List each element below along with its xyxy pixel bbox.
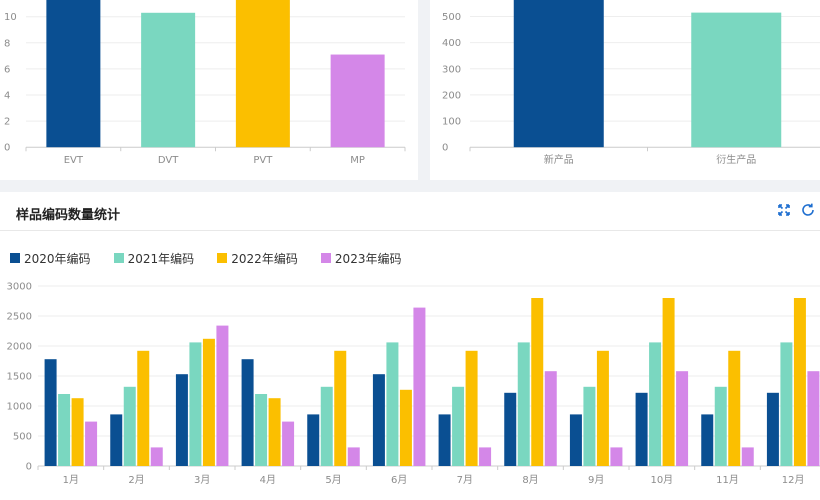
bar <box>216 325 229 466</box>
product-type-card: 0 100 200 300 400 500 新产品 衍生产品 <box>430 0 820 180</box>
bar <box>372 374 385 466</box>
x-tick-label: 2月 <box>128 474 144 486</box>
bar <box>71 398 84 466</box>
bar <box>413 307 426 466</box>
bar <box>610 447 623 466</box>
sample-code-stats-card: 样品编码数量统计 2020年编码 2021年编码 2022年编码 2023年编码… <box>0 192 820 500</box>
x-tick-label: 10月 <box>650 474 673 486</box>
bar <box>320 386 333 466</box>
bar <box>268 398 281 466</box>
bar <box>307 414 320 466</box>
bar <box>330 54 385 148</box>
x-tick-label: 衍生产品 <box>716 153 756 166</box>
x-tick-label: 4月 <box>260 474 276 486</box>
bar <box>438 414 451 466</box>
bar <box>150 447 163 466</box>
bar <box>691 12 782 148</box>
y-tick-label: 0 <box>442 143 448 154</box>
bar <box>807 371 820 466</box>
bar <box>714 386 727 466</box>
y-tick-label: 2500 <box>7 312 32 323</box>
y-tick-label: 2000 <box>7 342 32 353</box>
bar <box>334 350 347 466</box>
bar <box>583 386 596 466</box>
bar <box>701 414 714 466</box>
x-tick-label: EVT <box>64 155 84 166</box>
bar <box>766 392 779 466</box>
bar <box>479 447 492 466</box>
bar <box>465 350 478 466</box>
y-tick-label: 1000 <box>7 402 32 413</box>
y-tick-label: 500 <box>13 432 32 443</box>
bar <box>452 386 465 466</box>
bar <box>399 389 412 466</box>
bar <box>780 342 793 466</box>
bar <box>202 338 215 466</box>
bar <box>386 342 399 466</box>
bar <box>793 298 806 466</box>
bar <box>123 386 136 466</box>
x-tick-label: 5月 <box>325 474 341 486</box>
x-tick-label: 新产品 <box>544 153 574 166</box>
y-tick-label: 1500 <box>7 372 32 383</box>
y-tick-label: 2 <box>4 117 10 128</box>
bar <box>137 350 150 466</box>
y-tick-label: 8 <box>4 38 10 49</box>
stage-count-card: 0 2 4 6 8 10 EVT DVT PVT MP <box>0 0 418 180</box>
x-tick-label: PVT <box>253 155 273 166</box>
x-tick-label: 12月 <box>782 474 805 486</box>
y-tick-label: 3000 <box>7 282 32 293</box>
bar <box>141 12 196 148</box>
x-tick-label: 8月 <box>522 474 538 486</box>
bar <box>517 342 530 466</box>
bar <box>255 394 268 466</box>
x-tick-label: MP <box>350 155 365 166</box>
bar <box>110 414 123 466</box>
y-tick-label: 6 <box>4 64 10 75</box>
x-tick-label: 9月 <box>588 474 604 486</box>
y-tick-label: 100 <box>442 117 461 128</box>
x-tick-label: 6月 <box>391 474 407 486</box>
monthly-code-chart: 0 500 1000 1500 2000 2500 3000 1月 2月 3月 4月 5月 6月 7月 8月… <box>7 282 820 486</box>
bar <box>649 342 662 466</box>
bar <box>44 359 57 466</box>
bar <box>241 359 254 466</box>
bar <box>46 0 101 148</box>
bar <box>282 421 295 466</box>
bar <box>85 421 98 466</box>
bar <box>662 298 675 466</box>
y-tick-label: 200 <box>442 90 461 101</box>
bar <box>504 392 517 466</box>
bar <box>741 447 754 466</box>
x-tick-label: 1月 <box>63 474 79 486</box>
product-type-chart: 0 100 200 300 400 500 新产品 衍生产品 <box>442 0 820 166</box>
bar <box>189 342 202 466</box>
x-tick-label: 11月 <box>716 474 739 486</box>
x-tick-label: 7月 <box>457 474 473 486</box>
bar <box>58 394 71 466</box>
bar <box>596 350 609 466</box>
bar <box>728 350 741 466</box>
x-tick-label: DVT <box>158 155 179 166</box>
stage-chart: 0 2 4 6 8 10 EVT DVT PVT MP <box>4 0 406 166</box>
bar <box>676 371 689 466</box>
bar <box>635 392 648 466</box>
bar <box>235 0 290 148</box>
y-tick-label: 0 <box>4 143 10 154</box>
bar <box>513 0 604 148</box>
bar <box>544 371 557 466</box>
bar <box>569 414 582 466</box>
y-tick-label: 400 <box>442 38 461 49</box>
y-tick-label: 500 <box>442 12 461 23</box>
x-tick-label: 3月 <box>194 474 210 486</box>
y-tick-label: 0 <box>26 462 32 473</box>
y-tick-label: 10 <box>4 12 17 23</box>
bar <box>531 298 544 466</box>
bar <box>347 447 360 466</box>
y-tick-label: 300 <box>442 64 461 75</box>
bar <box>175 374 188 466</box>
y-tick-label: 4 <box>4 91 10 102</box>
